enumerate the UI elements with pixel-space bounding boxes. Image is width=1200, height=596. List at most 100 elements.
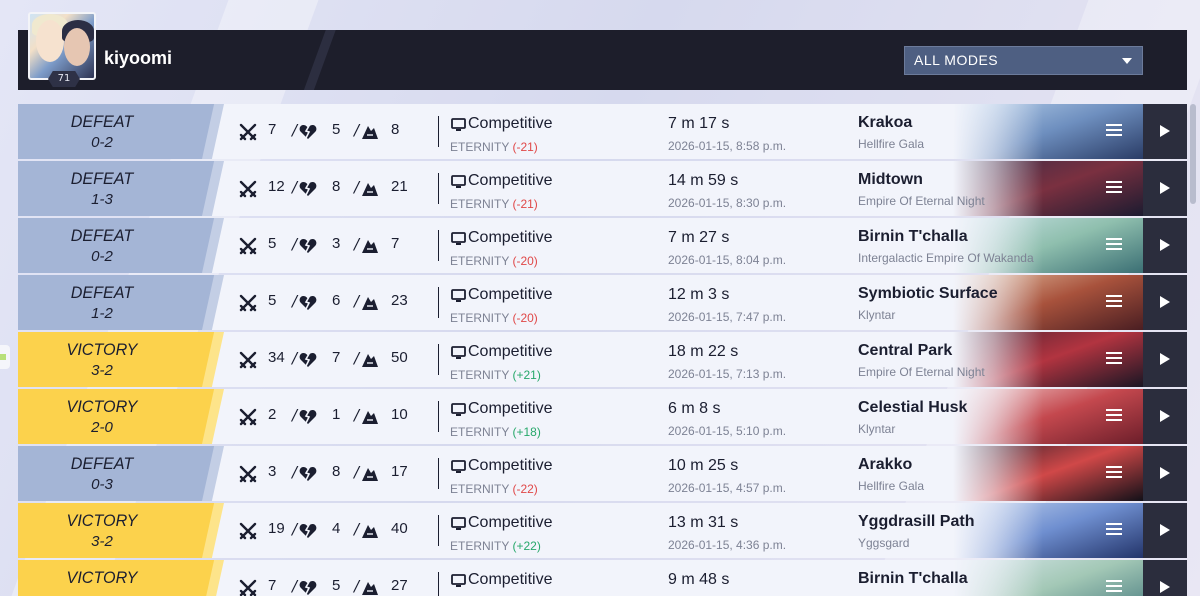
replay-button[interactable] xyxy=(1143,275,1187,330)
separator: / xyxy=(292,577,298,595)
rank-delta: (-21) xyxy=(512,140,538,154)
play-icon xyxy=(1160,581,1170,593)
kills-value: 7 xyxy=(268,121,277,138)
kills-value: 5 xyxy=(268,235,277,252)
deaths-value: 5 xyxy=(332,121,341,138)
assists-icon xyxy=(360,179,380,199)
details-menu-icon[interactable] xyxy=(1106,295,1122,309)
replay-button[interactable] xyxy=(1143,332,1187,387)
match-result: VICTORY xyxy=(66,340,138,359)
separator: / xyxy=(292,520,298,538)
kills-icon xyxy=(238,236,258,256)
scrollbar[interactable] xyxy=(1190,104,1196,204)
map-region: Hellfire Gala xyxy=(858,137,925,151)
divider xyxy=(438,116,439,147)
details-menu-icon[interactable] xyxy=(1106,181,1122,195)
rank-info: ETERNITY (-22) xyxy=(450,482,538,496)
result-panel: DEFEAT 1-2 xyxy=(18,275,224,330)
deaths-icon xyxy=(298,122,318,142)
kda-stats: 7 / 5 / 27 xyxy=(238,577,438,596)
kills-value: 3 xyxy=(268,463,277,480)
play-icon xyxy=(1160,353,1170,365)
match-row[interactable]: VICTORY 7 / 5 / 27 Competitive 9 m 48 s … xyxy=(18,560,1187,596)
match-row[interactable]: DEFEAT 1-2 5 / 6 / 23 Competitive ETERNI… xyxy=(18,275,1187,330)
replay-button[interactable] xyxy=(1143,218,1187,273)
replay-button[interactable] xyxy=(1143,503,1187,558)
match-result: VICTORY xyxy=(66,511,138,530)
details-menu-icon[interactable] xyxy=(1106,523,1122,537)
match-duration: 6 m 8 s xyxy=(668,400,721,417)
match-result: VICTORY xyxy=(66,397,138,416)
match-result: DEFEAT xyxy=(70,226,134,245)
deaths-icon xyxy=(298,350,318,370)
details-menu-icon[interactable] xyxy=(1106,580,1122,594)
monitor-icon xyxy=(451,573,466,587)
divider xyxy=(438,287,439,318)
replay-button[interactable] xyxy=(1143,161,1187,216)
assists-icon xyxy=(360,293,380,313)
level-badge: 71 xyxy=(48,71,80,87)
details-menu-icon[interactable] xyxy=(1106,466,1122,480)
details-menu-icon[interactable] xyxy=(1106,124,1122,138)
deaths-value: 1 xyxy=(332,406,341,423)
rank-info: ETERNITY (+18) xyxy=(450,425,541,439)
deaths-value: 7 xyxy=(332,349,341,366)
deaths-icon xyxy=(298,578,318,596)
replay-button[interactable] xyxy=(1143,560,1187,596)
match-score: 0-2 xyxy=(91,134,113,151)
replay-button[interactable] xyxy=(1143,104,1187,159)
match-row[interactable]: VICTORY 2-0 2 / 1 / 10 Competitive ETERN… xyxy=(18,389,1187,444)
separator: / xyxy=(354,178,360,196)
match-row[interactable]: VICTORY 3-2 34 / 7 / 50 Competitive ETER… xyxy=(18,332,1187,387)
kills-value: 34 xyxy=(268,349,285,366)
match-row[interactable]: DEFEAT 0-3 3 / 8 / 17 Competitive ETERNI… xyxy=(18,446,1187,501)
kills-icon xyxy=(238,407,258,427)
kda-stats: 2 / 1 / 10 xyxy=(238,406,438,428)
match-result: DEFEAT xyxy=(70,112,134,131)
deaths-icon xyxy=(298,464,318,484)
match-row[interactable]: DEFEAT 1-3 12 / 8 / 21 Competitive ETERN… xyxy=(18,161,1187,216)
rank-info: ETERNITY (-20) xyxy=(450,254,538,268)
match-duration: 13 m 31 s xyxy=(668,514,739,531)
rank-tier: ETERNITY xyxy=(450,425,510,439)
game-mode: Competitive xyxy=(468,229,553,246)
map-name: Central Park xyxy=(858,342,953,359)
result-panel: DEFEAT 1-3 xyxy=(18,161,224,216)
avatar[interactable] xyxy=(28,12,96,80)
assists-value: 8 xyxy=(391,121,400,138)
details-menu-icon[interactable] xyxy=(1106,352,1122,366)
assists-icon xyxy=(360,122,380,142)
details-menu-icon[interactable] xyxy=(1106,409,1122,423)
result-panel: VICTORY 3-2 xyxy=(18,503,224,558)
map-name: Arakko xyxy=(858,456,913,473)
monitor-icon xyxy=(451,402,466,416)
side-tab[interactable] xyxy=(0,345,10,369)
deaths-icon xyxy=(298,236,318,256)
deaths-value: 5 xyxy=(332,577,341,594)
game-mode: Competitive xyxy=(468,172,553,189)
replay-button[interactable] xyxy=(1143,446,1187,501)
game-mode: Competitive xyxy=(468,286,553,303)
assists-value: 17 xyxy=(391,463,408,480)
match-result: DEFEAT xyxy=(70,283,134,302)
match-row[interactable]: DEFEAT 0-2 7 / 5 / 8 Competitive ETERNIT… xyxy=(18,104,1187,159)
kda-stats: 34 / 7 / 50 xyxy=(238,349,438,371)
divider xyxy=(438,515,439,546)
match-score: 3-2 xyxy=(91,533,113,550)
match-score: 0-2 xyxy=(91,248,113,265)
match-row[interactable]: DEFEAT 0-2 5 / 3 / 7 Competitive ETERNIT… xyxy=(18,218,1187,273)
deaths-icon xyxy=(298,407,318,427)
map-name: Yggdrasill Path xyxy=(858,513,975,530)
separator: / xyxy=(354,406,360,424)
map-name: Birnin T'challa xyxy=(858,570,968,587)
rank-tier: ETERNITY xyxy=(450,197,510,211)
match-duration: 7 m 27 s xyxy=(668,229,730,246)
mode-filter-dropdown[interactable]: ALL MODES xyxy=(904,46,1143,75)
map-name: Symbiotic Surface xyxy=(858,285,998,302)
rank-info: ETERNITY (-21) xyxy=(450,197,538,211)
assists-value: 21 xyxy=(391,178,408,195)
replay-button[interactable] xyxy=(1143,389,1187,444)
details-menu-icon[interactable] xyxy=(1106,238,1122,252)
rank-tier: ETERNITY xyxy=(450,368,510,382)
match-row[interactable]: VICTORY 3-2 19 / 4 / 40 Competitive ETER… xyxy=(18,503,1187,558)
